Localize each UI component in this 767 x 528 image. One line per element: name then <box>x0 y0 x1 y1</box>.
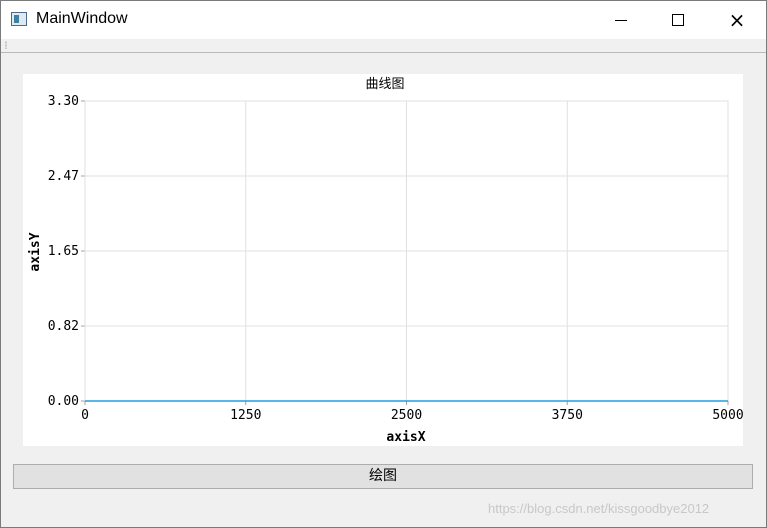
y-tick-label: 1.65 <box>48 244 79 259</box>
x-tick-label: 3750 <box>552 408 583 423</box>
x-tick-label: 2500 <box>391 408 422 423</box>
chart-svg: 曲线图 3.30 2.47 1.65 0.82 0.00 0 1250 2500 3750 50… <box>28 77 743 445</box>
y-axis-ticks: 3.30 2.47 1.65 0.82 0.00 <box>48 94 79 409</box>
close-icon: × <box>728 8 746 32</box>
app-icon <box>11 12 27 26</box>
y-tick-label: 2.47 <box>48 169 79 184</box>
maximize-button[interactable] <box>654 1 700 39</box>
grid-lines <box>81 100 729 405</box>
x-axis-ticks: 0 1250 2500 3750 5000 <box>81 408 743 423</box>
minimize-button[interactable] <box>598 1 644 39</box>
x-tick-label: 1250 <box>230 408 261 423</box>
main-window: MainWindow × 曲线图 3.30 2.47 1.65 0.82 0.00 0 1… <box>0 0 767 528</box>
chart-title: 曲线图 <box>365 77 404 92</box>
plot-button[interactable]: 绘图 <box>13 464 753 489</box>
toolbar <box>1 39 766 53</box>
minimize-icon <box>615 20 627 21</box>
y-tick-label: 3.30 <box>48 94 79 109</box>
x-tick-label: 5000 <box>712 408 743 423</box>
title-bar[interactable]: MainWindow × <box>1 1 766 39</box>
y-tick-label: 0.82 <box>48 319 79 334</box>
y-tick-label: 0.00 <box>48 394 79 409</box>
watermark-text: https://blog.csdn.net/kissgoodbye2012 <box>488 501 710 516</box>
window-title: MainWindow <box>36 10 128 27</box>
y-axis-title: axisY <box>28 232 43 271</box>
x-axis-title: axisX <box>386 430 425 445</box>
toolbar-grip-icon[interactable] <box>5 41 7 49</box>
maximize-icon <box>672 14 684 26</box>
chart-view: 曲线图 3.30 2.47 1.65 0.82 0.00 0 1250 2500 3750 50… <box>23 74 743 446</box>
close-button[interactable]: × <box>714 1 760 39</box>
x-tick-label: 0 <box>81 408 89 423</box>
